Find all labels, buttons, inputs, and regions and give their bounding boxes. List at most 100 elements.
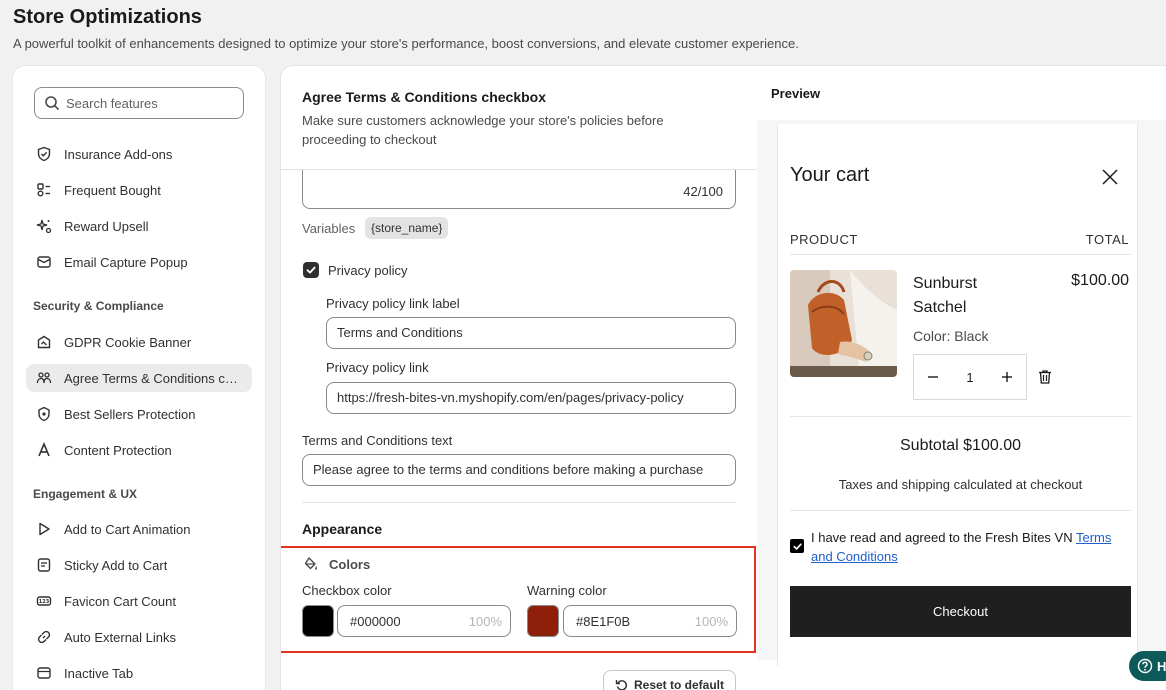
- plus-icon[interactable]: [1000, 370, 1014, 384]
- preview-area: Your cart PRODUCT TOTAL Sunburst Satchel…: [757, 120, 1166, 666]
- sidebar-item-label: Sticky Add to Cart: [64, 557, 168, 573]
- agree-terms-checkbox[interactable]: [790, 539, 804, 553]
- char-count: 42/100: [683, 184, 723, 199]
- sidebar-item-inactive-tab[interactable]: Inactive Tab: [26, 659, 252, 687]
- product-name: Sunburst Satchel: [913, 275, 978, 316]
- sidebar-item-label: Add to Cart Animation: [64, 521, 191, 537]
- search-box[interactable]: [34, 87, 244, 119]
- page-title: Store Optimizations: [13, 6, 202, 28]
- svg-text:123: 123: [39, 599, 50, 605]
- satchel-illustration: [790, 270, 897, 377]
- variable-chip-store-name[interactable]: {store_name}: [365, 217, 449, 239]
- column-total: TOTAL: [1085, 232, 1129, 247]
- sidebar-item-label: Content Protection: [64, 442, 172, 458]
- sidebar-item-insurance[interactable]: Insurance Add-ons: [26, 140, 252, 168]
- terms-text-input[interactable]: Please agree to the terms and conditions…: [302, 454, 736, 486]
- checkout-button[interactable]: Checkout: [790, 586, 1131, 637]
- sidebar-item-auto-external-links[interactable]: Auto External Links: [26, 623, 252, 651]
- shield-check-icon: [36, 146, 52, 162]
- warning-color-input[interactable]: #8E1F0B 100%: [563, 605, 737, 637]
- divider: [790, 254, 1131, 255]
- sidebar-item-add-to-cart-animation[interactable]: Add to Cart Animation: [26, 515, 252, 543]
- search-icon: [45, 96, 59, 110]
- settings-card: Agree Terms & Conditions checkbox Make s…: [281, 66, 1166, 690]
- checkmark-icon: [792, 542, 802, 550]
- warning-color-swatch[interactable]: [527, 605, 559, 637]
- product-price: $100.00: [1071, 272, 1129, 289]
- warning-color-hex: #8E1F0B: [576, 613, 631, 629]
- sidebar-item-sticky-add-to-cart[interactable]: Sticky Add to Cart: [26, 551, 252, 579]
- sidebar-item-label: Insurance Add-ons: [64, 146, 173, 162]
- checkbox-color-swatch[interactable]: [302, 605, 334, 637]
- colors-section: Colors Checkbox color #000000 100% Warni…: [281, 546, 756, 653]
- sidebar: Insurance Add-ons Frequent Bought Reward…: [13, 66, 265, 690]
- sidebar-item-label: Favicon Cart Count: [64, 593, 176, 609]
- close-icon[interactable]: [1100, 167, 1120, 187]
- protection-icon: [36, 406, 52, 422]
- sidebar-item-label: Frequent Bought: [64, 182, 161, 198]
- column-product: PRODUCT: [790, 232, 858, 247]
- search-input[interactable]: [66, 95, 236, 111]
- play-icon: [36, 521, 52, 537]
- cart-subtotal: Subtotal $100.00: [900, 437, 1021, 454]
- sidebar-item-email-capture[interactable]: Email Capture Popup: [26, 248, 252, 276]
- help-label: H: [1157, 658, 1166, 674]
- letter-a-icon: [36, 442, 52, 458]
- reset-label: Reset to default: [633, 678, 724, 690]
- divider: [790, 416, 1131, 417]
- agree-terms-text: I have read and agreed to the Fresh Bite…: [811, 528, 1131, 566]
- agree-prefix: I have read and agreed to the Fresh Bite…: [811, 530, 1076, 545]
- sidebar-item-gdpr[interactable]: GDPR Cookie Banner: [26, 328, 252, 356]
- privacy-policy-checkbox[interactable]: [303, 262, 319, 278]
- sidebar-item-label: Reward Upsell: [64, 218, 149, 234]
- sidebar-item-label: Best Sellers Protection: [64, 406, 196, 422]
- sidebar-item-best-sellers[interactable]: Best Sellers Protection: [26, 400, 252, 428]
- checkbox-color-hex: #000000: [350, 613, 401, 629]
- divider: [790, 510, 1131, 511]
- checkbox-label-textarea[interactable]: 42/100: [302, 170, 736, 209]
- appearance-title: Appearance: [302, 521, 383, 537]
- cart-drawer: Your cart PRODUCT TOTAL Sunburst Satchel…: [777, 124, 1138, 666]
- quantity-value: 1: [966, 369, 974, 385]
- question-icon: [1137, 658, 1153, 674]
- warning-color-opacity: 100%: [694, 613, 728, 629]
- sparkle-icon: [36, 218, 52, 234]
- warning-color-label: Warning color: [527, 583, 607, 598]
- help-button[interactable]: H: [1129, 651, 1166, 681]
- checkmark-icon: [306, 266, 316, 274]
- sidebar-item-agree-terms[interactable]: Agree Terms & Conditions checkbox: [26, 364, 252, 392]
- tax-note: Taxes and shipping calculated at checkou…: [838, 477, 1083, 492]
- checkbox-color-input[interactable]: #000000 100%: [337, 605, 511, 637]
- paint-bucket-icon: [304, 557, 318, 570]
- counter-icon: 123: [36, 593, 52, 609]
- link-icon: [36, 629, 52, 645]
- sidebar-item-label: Email Capture Popup: [64, 254, 188, 270]
- privacy-link-input[interactable]: https://fresh-bites-vn.myshopify.com/en/…: [326, 382, 736, 414]
- colors-header: Colors: [303, 556, 370, 572]
- checkbox-color-opacity: 100%: [468, 613, 502, 629]
- product-variant: Color: Black: [913, 328, 989, 344]
- sidebar-item-favicon-cart-count[interactable]: 123 Favicon Cart Count: [26, 587, 252, 615]
- sidebar-item-content-protection[interactable]: Content Protection: [26, 436, 252, 464]
- note-icon: [36, 557, 52, 573]
- colors-title: Colors: [329, 556, 371, 572]
- reset-icon: [615, 680, 627, 690]
- minus-icon[interactable]: [926, 370, 940, 384]
- quantity-stepper[interactable]: 1: [913, 354, 1027, 400]
- trash-icon[interactable]: [1037, 369, 1053, 385]
- privacy-link-label-title: Privacy policy link label: [326, 296, 460, 311]
- settings-description: Make sure customers acknowledge your sto…: [302, 113, 664, 147]
- sidebar-item-frequent-bought[interactable]: Frequent Bought: [26, 176, 252, 204]
- tab-icon: [36, 665, 52, 681]
- privacy-link-label-input[interactable]: Terms and Conditions: [326, 317, 736, 349]
- sidebar-item-reward-upsell[interactable]: Reward Upsell: [26, 212, 252, 240]
- cart-title: Your cart: [790, 164, 870, 186]
- privacy-link-title: Privacy policy link: [326, 360, 429, 375]
- settings-title: Agree Terms & Conditions checkbox: [302, 89, 547, 105]
- section-engagement: Engagement & UX: [33, 487, 138, 501]
- cookie-icon: [36, 334, 52, 350]
- sidebar-item-label: Auto External Links: [64, 629, 177, 645]
- product-image: [790, 270, 897, 377]
- settings-header: Agree Terms & Conditions checkbox Make s…: [281, 66, 756, 170]
- reset-to-default-button[interactable]: Reset to default: [603, 670, 736, 690]
